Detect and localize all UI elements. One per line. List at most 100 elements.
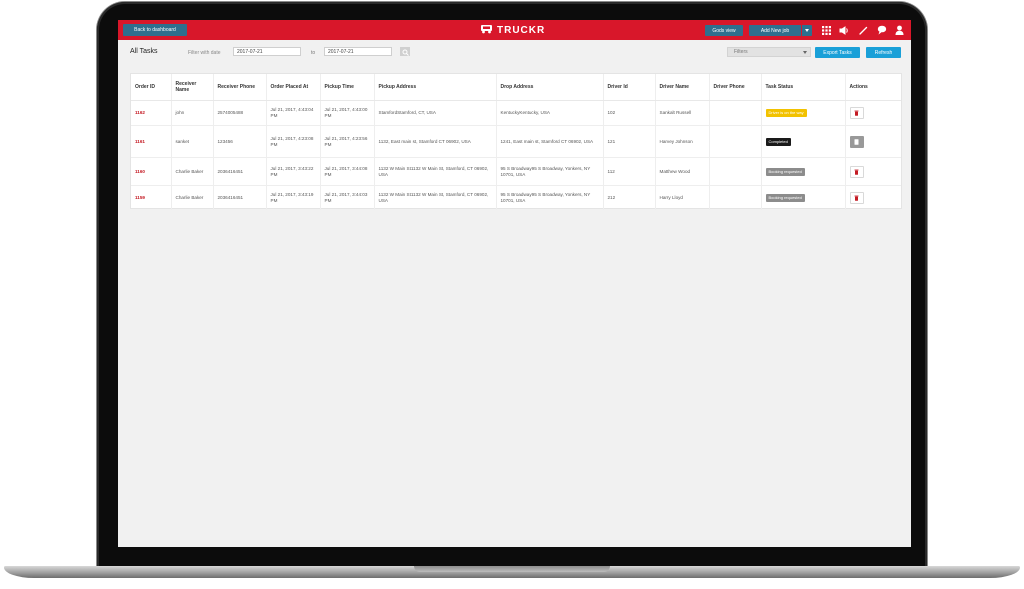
driver-phone-cell xyxy=(708,100,761,126)
refresh-button[interactable]: Refresh xyxy=(866,47,901,58)
column-header[interactable]: Receiver Name xyxy=(170,74,213,101)
receiver-phone-cell: 2036416451 xyxy=(212,157,266,186)
pickup-address-cell: 1132 W Main St1132 W Main St, Stamford, … xyxy=(373,185,496,210)
receiver-name-cell: john xyxy=(170,100,213,126)
to-date-input[interactable] xyxy=(324,47,392,56)
task-status-cell: Driver is on the way xyxy=(760,100,845,126)
driver-name-cell: Sankalt Russell xyxy=(654,100,709,126)
view-task-button[interactable] xyxy=(849,135,864,148)
filters-dropdown[interactable]: Filters xyxy=(727,47,811,57)
placed-at-cell: Jul 21, 2017, 3:43:19 PM xyxy=(265,185,320,210)
app-screen: Back to dashboard TRUCKR Gods view Add N… xyxy=(118,20,911,547)
actions-cell xyxy=(844,125,901,158)
order-id-link[interactable]: 1162 xyxy=(131,100,171,126)
task-status-cell: Booking requested xyxy=(760,157,845,186)
receiver-phone-cell: 123456 xyxy=(212,125,266,158)
filters-dropdown-label: Filters xyxy=(734,49,748,55)
speaker-icon[interactable] xyxy=(838,24,850,36)
pickup-time-cell: Jul 21, 2017, 3:44:03 PM xyxy=(319,185,374,210)
driver-id-cell: 121 xyxy=(602,125,655,158)
status-badge: Driver is on the way xyxy=(765,109,807,117)
status-badge: Booking requested xyxy=(765,167,805,176)
driver-name-cell: Harvey Johnson xyxy=(654,125,709,158)
page-title: All Tasks xyxy=(130,48,158,55)
actions-cell xyxy=(844,100,901,126)
column-header[interactable]: Order Placed At xyxy=(265,74,320,101)
search-icon xyxy=(402,44,409,59)
pickup-time-cell: Jul 21, 2017, 4:43:00 PM xyxy=(319,100,374,126)
table-row[interactable]: 1159 Charlie Baker 2036416451 Jul 21, 20… xyxy=(131,185,901,210)
driver-phone-cell xyxy=(708,125,761,158)
chat-icon[interactable] xyxy=(876,24,888,36)
column-header[interactable]: Order ID xyxy=(131,74,171,101)
table-row[interactable]: 1162 john 2574005488 Jul 21, 2017, 4:43:… xyxy=(131,100,901,126)
tasks-table: Order ID Receiver Name Receiver Phone Or… xyxy=(130,73,902,210)
top-navbar: Back to dashboard TRUCKR Gods view Add N… xyxy=(118,20,911,40)
brand-logo[interactable]: TRUCKR xyxy=(480,24,545,36)
truck-icon xyxy=(480,21,493,39)
from-date-input[interactable] xyxy=(233,47,301,56)
placed-at-cell: Jul 21, 2017, 3:43:22 PM xyxy=(265,157,320,186)
table-row[interactable]: 1161 sanket 123456 Jul 21, 2017, 4:23:08… xyxy=(131,125,901,158)
pickup-address-cell: StamfordStamford, CT, USA xyxy=(373,100,496,126)
pickup-time-cell: Jul 21, 2017, 3:44:08 PM xyxy=(319,157,374,186)
add-job-dropdown-toggle[interactable] xyxy=(802,25,812,36)
receiver-phone-cell: 2574005488 xyxy=(212,100,266,126)
filter-date-label: Filter with date xyxy=(188,50,221,56)
wand-icon[interactable] xyxy=(857,24,869,36)
chevron-down-icon xyxy=(803,51,807,54)
drop-address-cell: 95 S Broadway95 S Broadway, Yonkers, NY … xyxy=(495,157,603,186)
search-button[interactable] xyxy=(400,47,410,56)
order-id-link[interactable]: 1159 xyxy=(131,185,171,210)
column-header[interactable]: Driver Id xyxy=(602,74,655,101)
receiver-phone-cell: 2036416451 xyxy=(212,185,266,210)
drop-address-cell: KentuckyKentucky, USA xyxy=(495,100,603,126)
column-header[interactable]: Pickup Address xyxy=(373,74,496,101)
trash-icon xyxy=(854,195,859,201)
task-status-cell: Booking requested xyxy=(760,185,845,210)
driver-id-cell: 112 xyxy=(602,157,655,186)
task-status-cell: Completed xyxy=(760,125,845,158)
receiver-name-cell: Charlie Baker xyxy=(170,157,213,186)
order-id-link[interactable]: 1160 xyxy=(131,157,171,186)
column-header[interactable]: Task Status xyxy=(760,74,845,101)
laptop-notch xyxy=(414,566,610,572)
table-row[interactable]: 1160 Charlie Baker 2036416451 Jul 21, 20… xyxy=(131,157,901,186)
status-badge: Completed xyxy=(765,137,791,146)
column-header[interactable]: Drop Address xyxy=(495,74,603,101)
export-tasks-button[interactable]: Export Tasks xyxy=(815,47,860,58)
driver-phone-cell xyxy=(708,157,761,186)
status-badge: Booking requested xyxy=(765,194,805,202)
trash-icon xyxy=(854,110,859,116)
column-header[interactable]: Actions xyxy=(844,74,901,101)
receiver-name-cell: Charlie Baker xyxy=(170,185,213,210)
actions-cell xyxy=(844,157,901,186)
driver-phone-cell xyxy=(708,185,761,210)
column-header[interactable]: Driver Name xyxy=(654,74,709,101)
delete-task-button[interactable] xyxy=(849,107,864,119)
column-header[interactable]: Driver Phone xyxy=(708,74,761,101)
delete-task-button[interactable] xyxy=(849,165,864,178)
to-label: to xyxy=(311,50,316,56)
order-id-link[interactable]: 1161 xyxy=(131,125,171,158)
pickup-time-cell: Jul 21, 2017, 4:23:56 PM xyxy=(319,125,374,158)
brand-name: TRUCKR xyxy=(497,24,546,36)
add-new-job-button[interactable]: Add New job xyxy=(749,25,801,36)
trash-icon xyxy=(854,169,859,175)
gods-view-button[interactable]: Gods view xyxy=(705,25,743,36)
placed-at-cell: Jul 21, 2017, 4:23:08 PM xyxy=(265,125,320,158)
pickup-address-cell: 1132 W Main St1132 W Main St, Stamford, … xyxy=(373,157,496,186)
document-icon xyxy=(854,138,859,145)
user-icon[interactable] xyxy=(893,24,905,36)
column-header[interactable]: Receiver Phone xyxy=(212,74,266,101)
grid-icon[interactable] xyxy=(820,24,832,36)
back-to-dashboard-button[interactable]: Back to dashboard xyxy=(123,24,187,36)
column-header[interactable]: Pickup Time xyxy=(319,74,374,101)
chevron-down-icon xyxy=(805,29,809,32)
pickup-address-cell: 1132, East main st, Stamford CT 06902, U… xyxy=(373,125,496,158)
drop-address-cell: 95 S Broadway95 S Broadway, Yonkers, NY … xyxy=(495,185,603,210)
driver-id-cell: 102 xyxy=(602,100,655,126)
receiver-name-cell: sanket xyxy=(170,125,213,158)
delete-task-button[interactable] xyxy=(849,192,864,204)
driver-name-cell: Matthew Wood xyxy=(654,157,709,186)
